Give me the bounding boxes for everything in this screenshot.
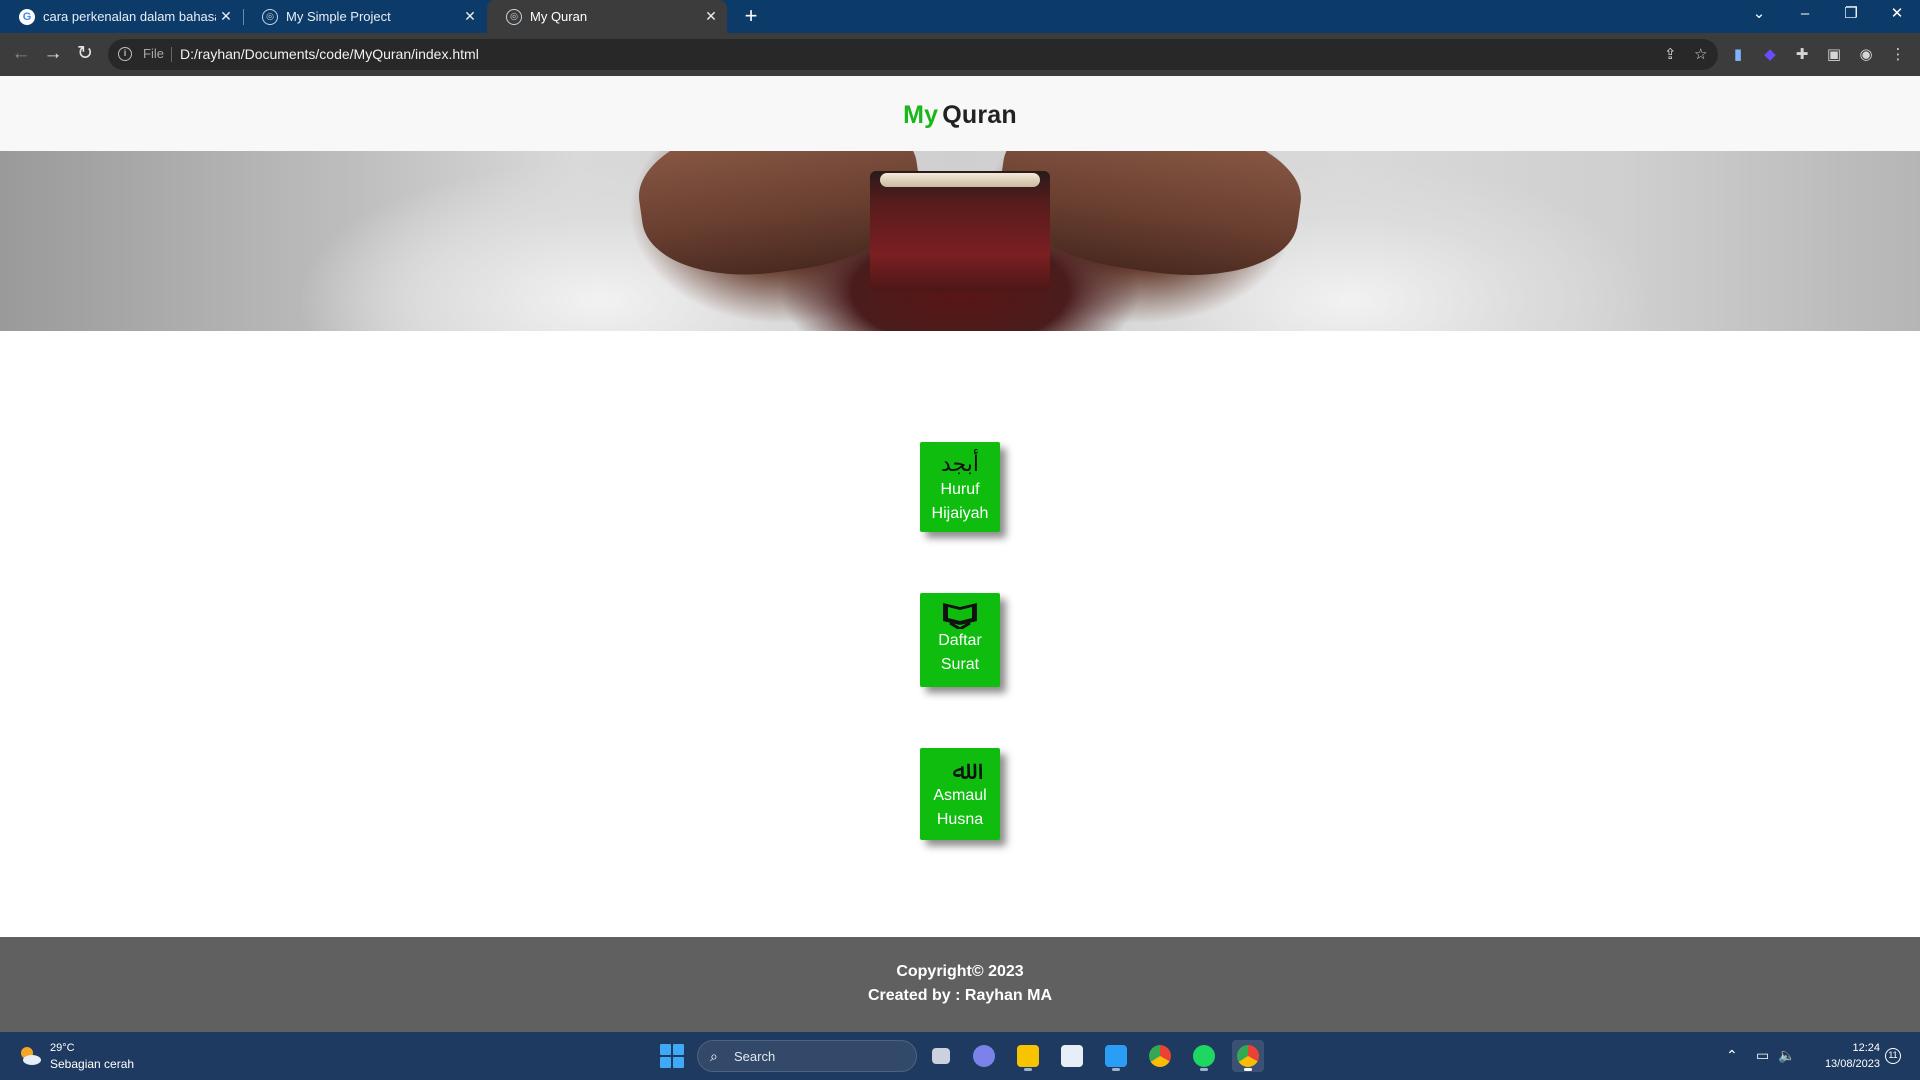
browser-tab-bar: G cara perkenalan dalam bahasa in ✕ ◎ My… xyxy=(0,0,1920,33)
window-close-icon[interactable]: ✕ xyxy=(1874,0,1920,30)
menu-card-huruf-hijaiyah[interactable]: أبجد Huruf Hijaiyah xyxy=(920,442,1000,532)
brand-part-quran: Quran xyxy=(942,101,1017,129)
system-clock[interactable]: 12:24 13/08/2023 xyxy=(1800,1040,1880,1072)
browser-toolbar: ← → ↻ i File D:/rayhan/Documents/code/My… xyxy=(0,33,1920,76)
tab-my-quran[interactable]: ◎ My Quran ✕ xyxy=(487,0,727,33)
menu-kebab-icon[interactable]: ⋮ xyxy=(1887,44,1909,66)
new-tab-button[interactable]: + xyxy=(738,4,764,30)
chrome-profile-icon[interactable] xyxy=(1232,1040,1264,1072)
clock-time: 12:24 xyxy=(1852,1042,1880,1054)
extension-purple-icon[interactable]: ◆ xyxy=(1759,44,1781,66)
share-icon[interactable]: ⇪ xyxy=(1664,45,1677,63)
windows-start-icon[interactable] xyxy=(660,1044,684,1068)
volume-icon[interactable]: 🔈 xyxy=(1778,1047,1795,1064)
hero-book xyxy=(870,171,1050,291)
weather-temp[interactable]: 29°C xyxy=(50,1042,75,1054)
site-navbar: My Quran xyxy=(0,76,1920,151)
tab-title: My Quran xyxy=(530,9,588,24)
tab-title: cara perkenalan dalam bahasa in xyxy=(43,9,216,24)
tab-google-search[interactable]: G cara perkenalan dalam bahasa in ✕ xyxy=(0,0,242,33)
site-footer: Copyright© 2023 Created by : Rayhan MA xyxy=(0,937,1920,1032)
tab-my-simple-project[interactable]: ◎ My Simple Project ✕ xyxy=(243,0,486,33)
search-placeholder: Search xyxy=(734,1049,776,1064)
footer-copyright: Copyright© 2023 xyxy=(896,963,1024,980)
partly-sunny-icon[interactable] xyxy=(18,1044,42,1068)
menu-card-asmaul-husna[interactable]: ﷲ Asmaul Husna xyxy=(920,748,1000,840)
site-info-icon[interactable]: i xyxy=(118,47,132,61)
footer-credit: Created by : Rayhan MA xyxy=(867,987,1053,1004)
web-page: My Quran أبجد Huruf Hijaiyah Daftar Sura… xyxy=(0,76,1920,1032)
globe-icon: ◎ xyxy=(262,8,278,25)
divider xyxy=(171,47,172,62)
windows-taskbar: 29°C Sebagian cerah ⌕ Search ⌃ ▭ 🔈 12:24… xyxy=(0,1032,1920,1080)
minimize-icon[interactable]: – xyxy=(1782,0,1828,30)
clock-date: 13/08/2023 xyxy=(1824,1058,1880,1070)
reload-icon[interactable]: ↻ xyxy=(71,41,99,69)
address-bar[interactable]: i File D:/rayhan/Documents/code/MyQuran/… xyxy=(108,39,1718,70)
weather-desc[interactable]: Sebagian cerah xyxy=(50,1057,134,1071)
card-label-line2: Husna xyxy=(936,811,984,828)
close-icon[interactable]: ✕ xyxy=(701,8,721,25)
teams-chat-icon[interactable] xyxy=(968,1040,1000,1072)
close-icon[interactable]: ✕ xyxy=(460,8,480,25)
taskbar-search[interactable]: ⌕ Search xyxy=(697,1040,917,1072)
card-label-line1: Daftar xyxy=(938,632,982,649)
search-icon: ⌕ xyxy=(710,1048,718,1064)
allah-calligraphy-icon: ﷲ xyxy=(952,755,968,785)
bookmark-star-icon[interactable]: ☆ xyxy=(1694,45,1707,63)
spotify-icon[interactable] xyxy=(1188,1040,1220,1072)
card-label-line2: Surat xyxy=(940,656,980,673)
tab-title: My Simple Project xyxy=(286,9,391,24)
url-text[interactable]: D:/rayhan/Documents/code/MyQuran/index.h… xyxy=(180,46,479,62)
restore-icon[interactable]: ❐ xyxy=(1828,0,1874,30)
back-icon[interactable]: ← xyxy=(7,41,35,69)
hero-book-pages xyxy=(880,173,1040,187)
card-label-line1: Asmaul xyxy=(933,787,987,804)
file-explorer-icon[interactable] xyxy=(1012,1040,1044,1072)
card-label-line1: Huruf xyxy=(940,481,980,498)
extensions-puzzle-icon[interactable]: ✚ xyxy=(1791,44,1813,66)
brand-part-my: My xyxy=(903,101,939,129)
google-icon: G xyxy=(19,8,35,25)
menu-card-daftar-surat[interactable]: Daftar Surat xyxy=(920,593,1000,687)
quran-book-icon xyxy=(920,601,1000,629)
microsoft-store-icon[interactable] xyxy=(1056,1040,1088,1072)
network-icon[interactable]: ▭ xyxy=(1756,1047,1769,1064)
tab-search-chevron-icon[interactable]: ⌄ xyxy=(1736,0,1782,30)
vscode-icon[interactable] xyxy=(1100,1040,1132,1072)
site-brand[interactable]: My Quran xyxy=(903,101,1017,130)
card-label-line2: Hijaiyah xyxy=(931,505,989,522)
extension-docs-icon[interactable]: ▮ xyxy=(1727,44,1749,66)
globe-icon: ◎ xyxy=(506,8,522,25)
scheme-label: File xyxy=(143,46,164,61)
chrome-icon[interactable] xyxy=(1144,1040,1176,1072)
side-panel-icon[interactable]: ▣ xyxy=(1823,44,1845,66)
close-icon[interactable]: ✕ xyxy=(216,8,236,25)
arabic-letters-icon: أبجد xyxy=(941,451,979,476)
task-view-icon[interactable] xyxy=(925,1040,957,1072)
forward-icon[interactable]: → xyxy=(39,41,67,69)
show-hidden-icons-chevron[interactable]: ⌃ xyxy=(1726,1047,1738,1064)
hero-image xyxy=(0,151,1920,331)
profile-avatar-icon[interactable]: ◉ xyxy=(1855,44,1877,66)
notification-badge[interactable]: 11 xyxy=(1885,1048,1901,1064)
